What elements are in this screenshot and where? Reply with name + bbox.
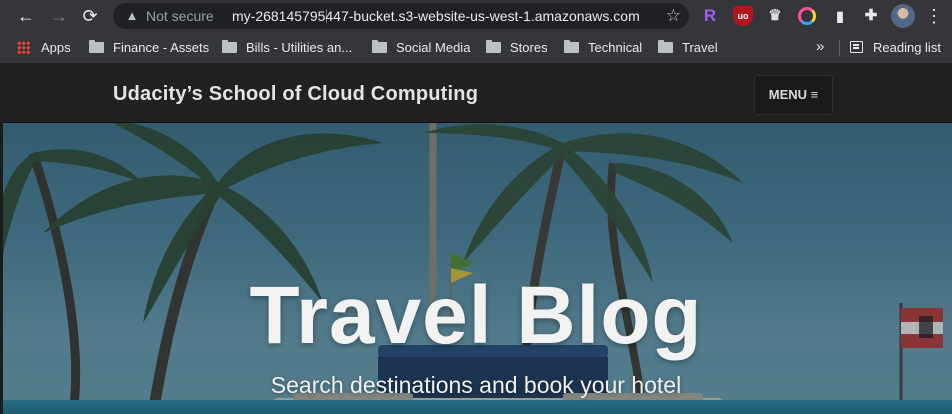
warning-icon[interactable]: ▲	[123, 7, 141, 25]
bookmark-technical[interactable]: Technical	[564, 39, 642, 57]
bookmark-label: Apps	[41, 40, 71, 55]
bookmark-label: Technical	[588, 40, 643, 55]
bookmark-label: Social Media	[396, 40, 471, 55]
clipboard-extension-icon[interactable]: ▮	[830, 6, 850, 26]
back-button[interactable]: ←	[14, 4, 38, 28]
security-status[interactable]: Not secure	[146, 8, 214, 24]
folder-icon	[89, 40, 104, 53]
q-extension-icon[interactable]	[798, 7, 816, 25]
bookmark-social-media[interactable]: Social Media	[372, 39, 470, 57]
folder-icon	[372, 40, 387, 53]
reading-list-label: Reading list	[873, 40, 941, 55]
hero-title: Travel Blog	[249, 270, 703, 361]
bookmark-apps[interactable]: Apps	[17, 39, 71, 57]
bookmark-finance-assets[interactable]: Finance - Assets	[89, 39, 209, 57]
bookmark-bills-utilities[interactable]: Bills - Utilities an...	[222, 39, 352, 57]
reading-list-icon	[850, 41, 863, 53]
r-extension-icon[interactable]: R	[700, 6, 720, 26]
reading-list-button[interactable]: Reading list	[850, 39, 941, 57]
reload-button[interactable]: ⟳	[78, 4, 102, 28]
hero-subtitle: Search destinations and book your hotel	[270, 372, 682, 398]
browser-toolbar: ← → ⟳ ▲ Not secure my-268145795447-bucke…	[0, 0, 952, 32]
bookmarks-bar: Apps Finance - Assets Bills - Utilities …	[0, 32, 952, 64]
folder-icon	[564, 40, 579, 53]
web-page: Udacity’s School of Cloud Computing MENU…	[0, 66, 952, 414]
menu-button[interactable]: MENU ≡	[754, 75, 833, 115]
folder-icon	[486, 40, 501, 53]
ublock-extension-icon[interactable]: uo	[733, 6, 753, 26]
kebab-menu-icon[interactable]: ⋮	[924, 4, 944, 28]
extensions-puzzle-icon[interactable]: ✚	[861, 6, 881, 26]
folder-icon	[658, 40, 673, 53]
bookmark-label: Finance - Assets	[113, 40, 210, 55]
bookmark-label: Bills - Utilities an...	[246, 40, 353, 55]
divider	[839, 40, 840, 56]
bookmark-stores[interactable]: Stores	[486, 39, 548, 57]
site-title-link[interactable]: Udacity’s School of Cloud Computing	[113, 83, 478, 106]
url-text[interactable]: my-268145795447-bucket.s3-website-us-wes…	[232, 8, 640, 24]
bookmark-label: Travel	[682, 40, 718, 55]
address-bar[interactable]: ▲ Not secure my-268145795447-bucket.s3-w…	[113, 3, 689, 29]
profile-avatar[interactable]	[891, 4, 915, 28]
forward-button[interactable]: →	[47, 4, 71, 28]
hero-banner: Travel Blog Search destinations and book…	[3, 123, 952, 414]
incognito-hat-extension-icon[interactable]: ♛	[765, 6, 785, 26]
bookmark-label: Stores	[510, 40, 548, 55]
more-bookmarks-chevron-icon[interactable]: »	[816, 38, 824, 56]
bookmark-star-icon[interactable]: ☆	[666, 6, 681, 26]
bookmark-travel[interactable]: Travel	[658, 39, 718, 57]
site-header: Udacity’s School of Cloud Computing MENU…	[0, 66, 952, 123]
apps-grid-icon	[17, 41, 30, 54]
folder-icon	[222, 40, 237, 53]
